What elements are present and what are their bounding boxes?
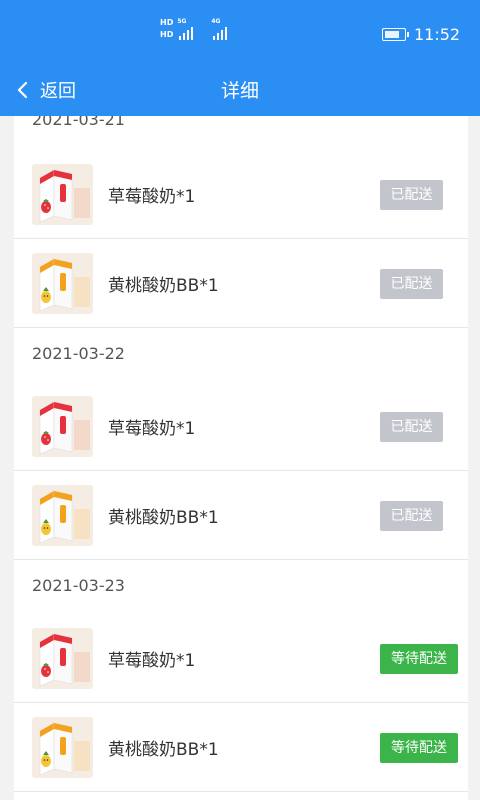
nav-bar: 返回 详细 — [0, 62, 480, 116]
list-item[interactable]: 黄桃酸奶BB*1 等待配送 — [14, 703, 468, 792]
signal-4g-icon: 4G — [211, 18, 241, 40]
signal-indicators: HD HD 5G 4G — [160, 18, 241, 40]
peach-yogurt-icon — [32, 485, 93, 546]
status-badge: 等待配送 — [380, 644, 458, 674]
item-name: 草莓酸奶*1 — [108, 419, 196, 439]
peach-yogurt-icon — [32, 717, 93, 778]
delivery-list[interactable]: 2021-03-21 草莓酸奶*1 已配送 黄桃酸奶BB*1 已配送 2021-… — [14, 116, 468, 800]
list-item[interactable]: 黄桃酸奶BB*1 已配送 — [14, 471, 468, 560]
page-title: 详细 — [220, 80, 259, 102]
date-header: 2021-03-23 — [32, 576, 125, 595]
strawberry-yogurt-icon — [32, 164, 93, 225]
date-header: 2021-03-22 — [32, 344, 125, 363]
status-badge: 已配送 — [380, 180, 443, 210]
status-badge: 已配送 — [380, 412, 443, 442]
item-name: 草莓酸奶*1 — [108, 651, 196, 671]
status-bar: HD HD 5G 4G 11:52 — [0, 0, 480, 62]
battery-icon — [382, 28, 409, 41]
strawberry-yogurt-icon — [32, 396, 93, 457]
status-badge: 等待配送 — [380, 733, 458, 763]
item-name: 草莓酸奶*1 — [108, 187, 196, 207]
status-badge: 已配送 — [380, 269, 443, 299]
item-name: 黄桃酸奶BB*1 — [108, 508, 219, 528]
list-item[interactable]: 草莓酸奶*1 已配送 — [14, 150, 468, 239]
scrollbar-track[interactable] — [468, 116, 480, 800]
list-item[interactable]: 黄桃酸奶BB*1 已配送 — [14, 239, 468, 328]
strawberry-yogurt-icon — [32, 628, 93, 689]
item-name: 黄桃酸奶BB*1 — [108, 276, 219, 296]
date-header: 2021-03-21 — [32, 116, 125, 129]
hd-badge: HD — [160, 18, 174, 27]
list-item[interactable]: 草莓酸奶*1 等待配送 — [14, 614, 468, 703]
status-badge: 已配送 — [380, 501, 443, 531]
battery-level — [385, 31, 400, 38]
clock: 11:52 — [414, 25, 461, 44]
item-name: 黄桃酸奶BB*1 — [108, 740, 219, 760]
peach-yogurt-icon — [32, 253, 93, 314]
signal-5g-icon: 5G — [177, 18, 207, 40]
hd-badge: HD — [160, 30, 174, 39]
list-item[interactable]: 草莓酸奶*1 已配送 — [14, 382, 468, 471]
